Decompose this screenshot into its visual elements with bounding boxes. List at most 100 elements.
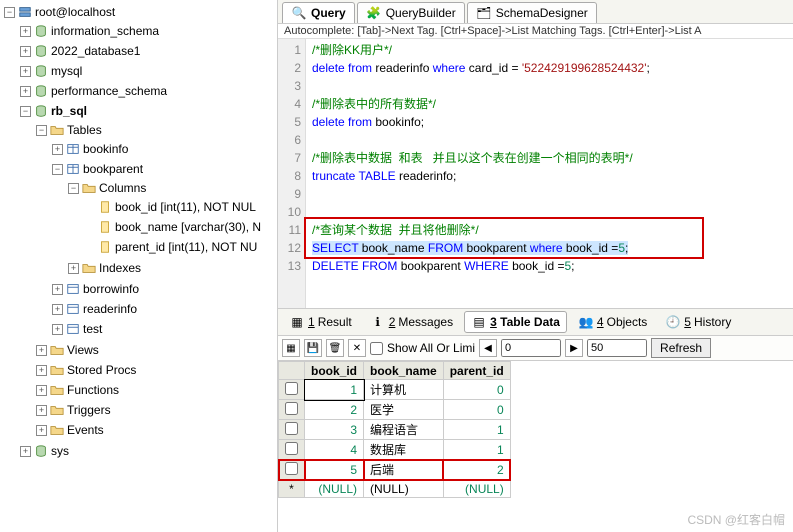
tool-btn[interactable]: 🗑 — [326, 339, 344, 357]
folder-icon — [49, 382, 65, 398]
tree-db[interactable]: +sys — [20, 442, 277, 460]
tree-folder-columns[interactable]: −Columns — [68, 179, 277, 197]
watermark: CSDN @红客白帽 — [687, 511, 785, 528]
history-icon: 🕘 — [665, 314, 681, 330]
tree-table[interactable]: +borrowinfo — [52, 280, 277, 298]
tree-folder[interactable]: +Events — [36, 421, 277, 439]
expand-icon[interactable]: + — [68, 263, 79, 274]
info-icon: ℹ — [370, 314, 386, 330]
row-checkbox[interactable] — [285, 442, 298, 455]
tree-db[interactable]: +mysql — [20, 62, 277, 80]
expand-icon[interactable]: + — [20, 66, 31, 77]
tab-objects[interactable]: 👥4 Objects — [571, 311, 654, 333]
show-all-checkbox[interactable] — [370, 342, 383, 355]
collapse-icon[interactable]: − — [52, 164, 63, 175]
tab-query[interactable]: 🔍Query — [282, 2, 355, 23]
expand-icon[interactable]: + — [52, 304, 63, 315]
tree-folder[interactable]: +Triggers — [36, 401, 277, 419]
row-checkbox[interactable] — [285, 462, 298, 475]
tree-folder[interactable]: +Functions — [36, 381, 277, 399]
expand-icon[interactable]: + — [36, 405, 47, 416]
expand-icon[interactable]: + — [52, 284, 63, 295]
table-row[interactable]: 1计算机0 — [279, 380, 511, 400]
grid-toolbar: ▦ 💾 🗑 ✕ Show All Or Limi ◀ ▶ Refresh — [278, 336, 793, 361]
tree-table-bookparent[interactable]: −bookparent — [52, 160, 277, 178]
limit-to-input[interactable] — [587, 339, 647, 357]
table-row[interactable]: 3编程语言1 — [279, 420, 511, 440]
col-header[interactable]: book_id — [305, 362, 364, 380]
builder-icon: 🧩 — [366, 5, 382, 21]
tool-btn[interactable]: ✕ — [348, 339, 366, 357]
limit-from-input[interactable] — [501, 339, 561, 357]
table-row-highlighted[interactable]: 5后端2 — [279, 460, 511, 480]
tree-folder[interactable]: +Views — [36, 341, 277, 359]
table-row-new[interactable]: *(NULL)(NULL)(NULL) — [279, 480, 511, 498]
folder-icon — [49, 402, 65, 418]
editor-body[interactable]: /*删除KK用户*/ delete from readerinfo where … — [306, 39, 793, 308]
table-icon — [65, 301, 81, 317]
tab-tabledata[interactable]: ▤3 Table Data — [464, 311, 567, 333]
row-checkbox[interactable] — [285, 382, 298, 395]
collapse-icon[interactable]: − — [68, 183, 79, 194]
expand-icon[interactable]: + — [52, 324, 63, 335]
tab-schemadesigner[interactable]: 🗂SchemaDesigner — [467, 2, 597, 23]
tree-column[interactable]: book_name [varchar(30), N — [84, 218, 277, 236]
tab-result[interactable]: ▦1 Result — [282, 311, 359, 333]
column-icon — [97, 219, 113, 235]
table-row[interactable]: 4数据库1 — [279, 440, 511, 460]
expand-icon[interactable]: + — [36, 425, 47, 436]
collapse-icon[interactable]: − — [36, 125, 47, 136]
tree-db[interactable]: +performance_schema — [20, 82, 277, 100]
tree-column[interactable]: parent_id [int(11), NOT NU — [84, 238, 277, 256]
expand-icon[interactable]: + — [20, 46, 31, 57]
table-row[interactable]: 2医学0 — [279, 400, 511, 420]
expand-icon[interactable]: + — [20, 446, 31, 457]
expand-icon[interactable]: + — [20, 26, 31, 37]
data-grid[interactable]: book_id book_name parent_id 1计算机0 2医学0 3… — [278, 361, 793, 498]
col-header[interactable]: parent_id — [443, 362, 510, 380]
table-icon — [65, 321, 81, 337]
tree-db[interactable]: +information_schema — [20, 22, 277, 40]
table-icon — [65, 141, 81, 157]
autocomplete-hint: Autocomplete: [Tab]->Next Tag. [Ctrl+Spa… — [278, 24, 793, 39]
tree-db-rbsql[interactable]: −rb_sql — [20, 102, 277, 120]
tab-querybuilder[interactable]: 🧩QueryBuilder — [357, 2, 465, 23]
tree-db[interactable]: +2022_database1 — [20, 42, 277, 60]
row-checkbox[interactable] — [285, 422, 298, 435]
row-checkbox[interactable] — [285, 402, 298, 415]
tree-column[interactable]: book_id [int(11), NOT NUL — [84, 198, 277, 216]
tree-table[interactable]: +test — [52, 320, 277, 338]
collapse-icon[interactable]: − — [20, 106, 31, 117]
collapse-icon[interactable]: − — [4, 7, 15, 18]
designer-icon: 🗂 — [476, 5, 492, 21]
tool-btn[interactable]: ▦ — [282, 339, 300, 357]
tree-folder-tables[interactable]: −Tables — [36, 121, 277, 139]
tree-folder-indexes[interactable]: +Indexes — [68, 259, 277, 277]
tab-history[interactable]: 🕘5 History — [658, 311, 738, 333]
expand-icon[interactable]: + — [36, 365, 47, 376]
folder-icon — [49, 362, 65, 378]
tree-table[interactable]: +readerinfo — [52, 300, 277, 318]
folder-icon — [49, 342, 65, 358]
tool-btn[interactable]: 💾 — [304, 339, 322, 357]
database-icon — [33, 63, 49, 79]
tab-messages[interactable]: ℹ2 Messages — [363, 311, 460, 333]
tree-root[interactable]: − root@localhost — [4, 3, 277, 21]
expand-icon[interactable]: + — [36, 385, 47, 396]
next-icon[interactable]: ▶ — [565, 339, 583, 357]
row-selector-header — [279, 362, 305, 380]
tree-table[interactable]: +bookinfo — [52, 140, 277, 158]
refresh-button[interactable]: Refresh — [651, 338, 711, 358]
prev-icon[interactable]: ◀ — [479, 339, 497, 357]
show-all-label: Show All Or Limi — [387, 341, 475, 355]
expand-icon[interactable]: + — [36, 345, 47, 356]
column-icon — [97, 239, 113, 255]
expand-icon[interactable]: + — [52, 144, 63, 155]
line-gutter: 12345678910111213 — [278, 39, 306, 308]
expand-icon[interactable]: + — [20, 86, 31, 97]
sql-editor[interactable]: 12345678910111213 /*删除KK用户*/ delete from… — [278, 39, 793, 309]
folder-icon — [49, 122, 65, 138]
tree-folder[interactable]: +Stored Procs — [36, 361, 277, 379]
schema-tree[interactable]: − root@localhost +information_schema +20… — [4, 2, 277, 462]
col-header[interactable]: book_name — [364, 362, 444, 380]
